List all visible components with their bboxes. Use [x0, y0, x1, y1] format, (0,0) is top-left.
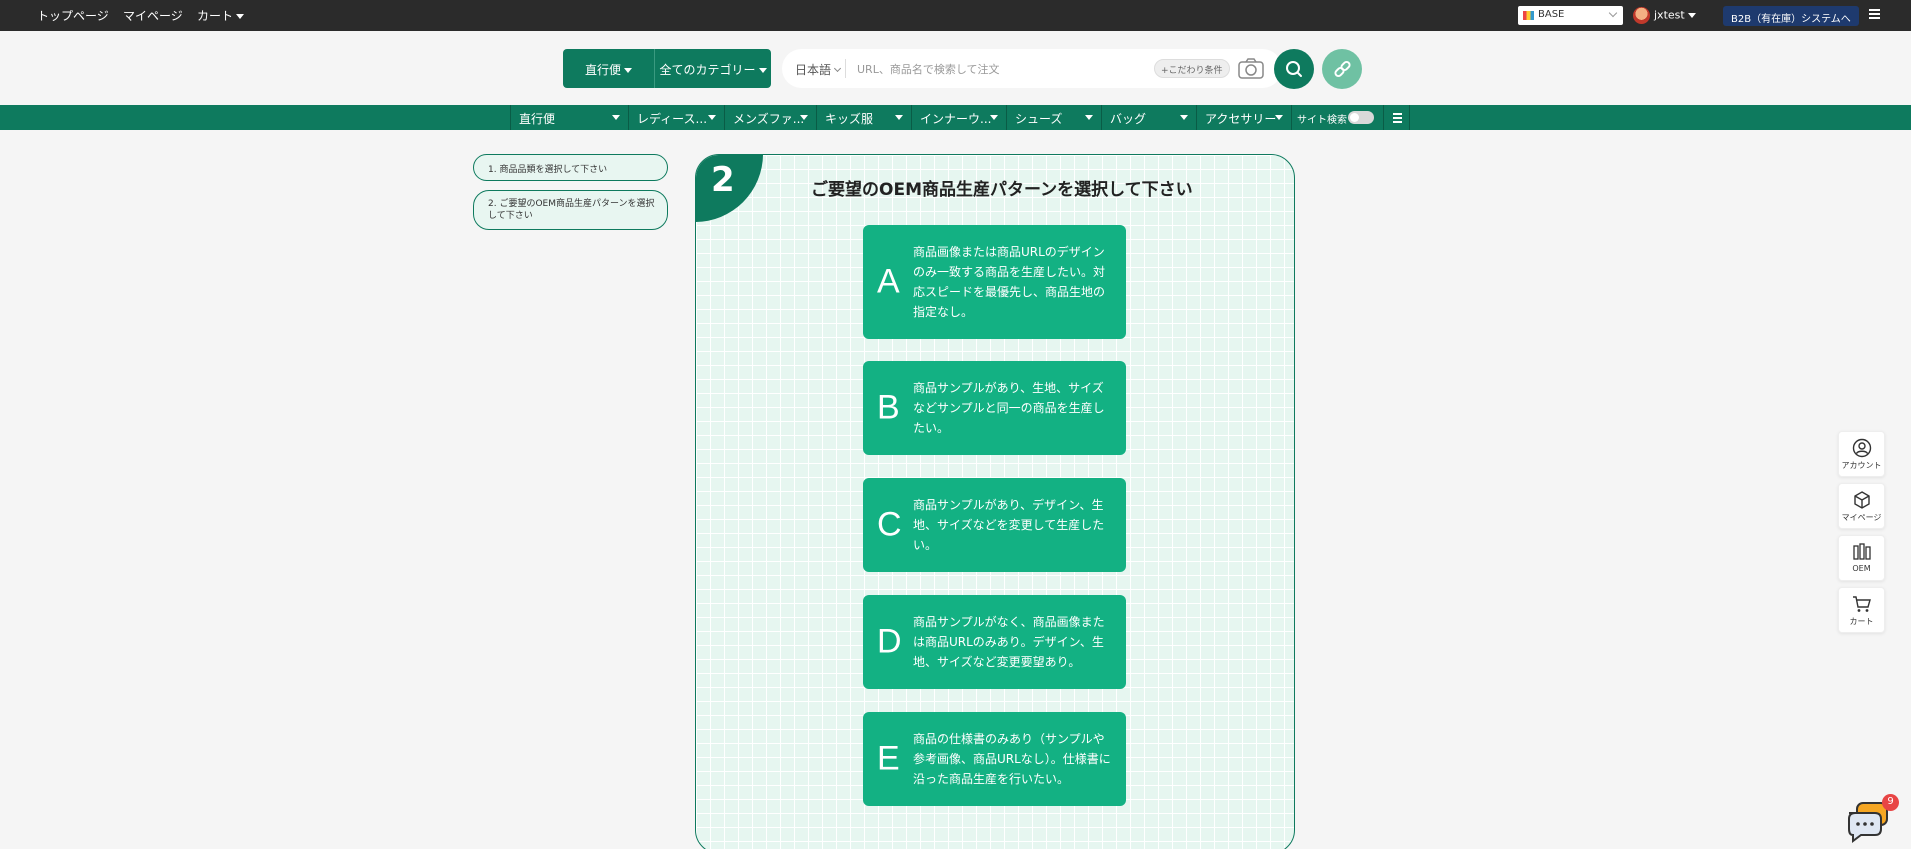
camera-icon[interactable] [1238, 58, 1264, 79]
pattern-option-b[interactable]: B 商品サンプルがあり、生地、サイズなどサンプルと同一の商品を生産したい。 [863, 361, 1126, 455]
category-item-accessories[interactable]: アクセサリー [1197, 105, 1292, 130]
caret-down-icon [624, 68, 632, 73]
category-item-mens[interactable]: メンズファ... [725, 105, 817, 130]
nav-cart-link[interactable]: カート [197, 7, 245, 24]
float-mypage-label: マイページ [1841, 513, 1882, 522]
category-item-ladies[interactable]: レディース... [629, 105, 725, 130]
step-1-link[interactable]: 1. 商品品類を選択して下さい [473, 154, 668, 181]
search-icon [1286, 61, 1302, 77]
category-item-shoes[interactable]: シューズ [1007, 105, 1102, 130]
language-select[interactable]: 日本語 [795, 61, 842, 78]
caret-down-icon [990, 115, 998, 120]
category-navigation-bar: 直行便 レディース... メンズファ... キッズ服 インナーウ... シューズ… [0, 105, 1911, 130]
option-description: 商品の仕様書のみあり（サンプルや参考画像、商品URLなし）。仕様書に沿った商品生… [913, 732, 1111, 786]
pattern-option-c[interactable]: C 商品サンプルがあり、デザイン、生地、サイズなどを変更して生産したい。 [863, 478, 1126, 572]
caret-down-icon [758, 68, 767, 73]
chevron-down-icon [833, 64, 842, 73]
toggle-knob [1350, 113, 1359, 122]
float-oem-label: OEM [1852, 564, 1871, 573]
float-mypage-button[interactable]: マイページ [1838, 483, 1885, 529]
page-title: ご要望のOEM商品生産パターンを選択して下さい [811, 180, 1193, 200]
caret-down-icon [612, 115, 620, 120]
account-icon [1852, 438, 1871, 458]
site-search-label: サイト検索 [1297, 115, 1347, 126]
pattern-option-e[interactable]: E 商品の仕様書のみあり（サンプルや参考画像、商品URLなし）。仕様書に沿った商… [863, 712, 1126, 806]
category-label: レディース... [637, 112, 708, 126]
nav-mypage-link[interactable]: マイページ [123, 7, 183, 24]
category-item-bags[interactable]: バッグ [1102, 105, 1197, 130]
float-account-label: アカウント [1841, 461, 1882, 470]
shop-select-value: BASE [1538, 9, 1565, 20]
option-description: 商品画像または商品URLのデザインのみ一致する商品を生産したい。対応スピードを最… [913, 245, 1106, 319]
category-label: アクセサリー [1205, 112, 1277, 126]
b2b-system-button[interactable]: B2B（有在庫）システムへ [1723, 6, 1859, 26]
option-description: 商品サンプルがなく、商品画像または商品URLのみあり。デザイン、生地、サイズなど… [913, 615, 1105, 669]
category-label: キッズ服 [825, 112, 874, 126]
avatar [1633, 7, 1650, 24]
caret-down-icon [1275, 115, 1283, 120]
option-letter: E [877, 739, 900, 778]
caret-down-icon [236, 14, 245, 19]
nav-top-page-link[interactable]: トップページ [37, 7, 109, 24]
category-label: 直行便 [519, 112, 556, 126]
float-cart-button[interactable]: カート [1838, 587, 1885, 633]
username: jxtest [1654, 8, 1685, 22]
category-label: シューズ [1015, 112, 1063, 126]
box-icon [1853, 491, 1870, 509]
hamburger-menu-icon[interactable] [1869, 9, 1880, 19]
option-letter: D [877, 622, 902, 661]
search-button[interactable] [1274, 49, 1314, 89]
search-input[interactable] [857, 59, 1127, 79]
shop-select[interactable]: BASE [1518, 6, 1623, 25]
caret-down-icon [1085, 115, 1093, 120]
language-value: 日本語 [795, 63, 832, 77]
site-search-toggle[interactable] [1348, 111, 1374, 124]
pattern-option-a[interactable]: A 商品画像または商品URLのデザインのみ一致する商品を生産したい。対応スピード… [863, 225, 1126, 339]
oem-pattern-panel: 2 ご要望のOEM商品生産パターンを選択して下さい A 商品画像または商品URL… [695, 154, 1295, 849]
cart-icon [1852, 596, 1871, 612]
category-label: バッグ [1110, 112, 1147, 126]
option-letter: C [877, 505, 902, 544]
nav-cart-label: カート [197, 9, 234, 23]
category-item-innerwear[interactable]: インナーウ... [912, 105, 1007, 130]
float-cart-label: カート [1849, 617, 1874, 626]
url-link-button[interactable] [1322, 49, 1362, 89]
option-letter: A [877, 262, 900, 301]
category-menu-icon[interactable] [1383, 105, 1410, 130]
filter-conditions-button[interactable]: +こだわり条件 [1154, 59, 1230, 78]
caret-down-icon [708, 115, 716, 120]
float-oem-button[interactable]: OEM [1838, 535, 1885, 581]
caret-down-icon [1180, 115, 1188, 120]
pattern-option-d[interactable]: D 商品サンプルがなく、商品画像または商品URLのみあり。デザイン、生地、サイズ… [863, 595, 1126, 689]
category-item-kids[interactable]: キッズ服 [817, 105, 912, 130]
shipping-type-label: 直行便 [584, 63, 621, 77]
top-navigation-bar: トップページ マイページ カート BASE jxtest B2B（有在庫）システ… [0, 0, 1911, 31]
category-label: インナーウ... [920, 112, 992, 126]
option-letter: B [877, 388, 900, 427]
link-icon [1334, 60, 1351, 78]
caret-down-icon [895, 115, 903, 120]
category-item-direct[interactable]: 直行便 [510, 105, 629, 130]
option-description: 商品サンプルがあり、生地、サイズなどサンプルと同一の商品を生産したい。 [913, 381, 1105, 435]
step-number-badge: 2 [696, 155, 763, 222]
caret-down-icon [800, 115, 808, 120]
float-account-button[interactable]: アカウント [1838, 431, 1885, 477]
oem-icon [1852, 543, 1871, 560]
category-dropdown[interactable]: 全てのカテゴリー [654, 49, 771, 88]
category-dropdown-label: 全てのカテゴリー [659, 63, 756, 77]
chat-unread-badge: 9 [1882, 794, 1899, 811]
user-menu[interactable]: jxtest [1633, 7, 1696, 24]
category-label: メンズファ... [733, 112, 805, 126]
chevron-down-icon [1608, 8, 1618, 18]
step-2-link[interactable]: 2. ご要望のOEM商品生産パターンを選択して下さい [473, 190, 668, 230]
search-box: 日本語 +こだわり条件 [782, 49, 1282, 88]
base-logo-icon [1523, 11, 1534, 20]
option-description: 商品サンプルがあり、デザイン、生地、サイズなどを変更して生産したい。 [913, 498, 1105, 552]
caret-down-icon [1687, 13, 1696, 18]
shipping-type-dropdown[interactable]: 直行便 [563, 49, 654, 88]
divider [845, 59, 846, 78]
